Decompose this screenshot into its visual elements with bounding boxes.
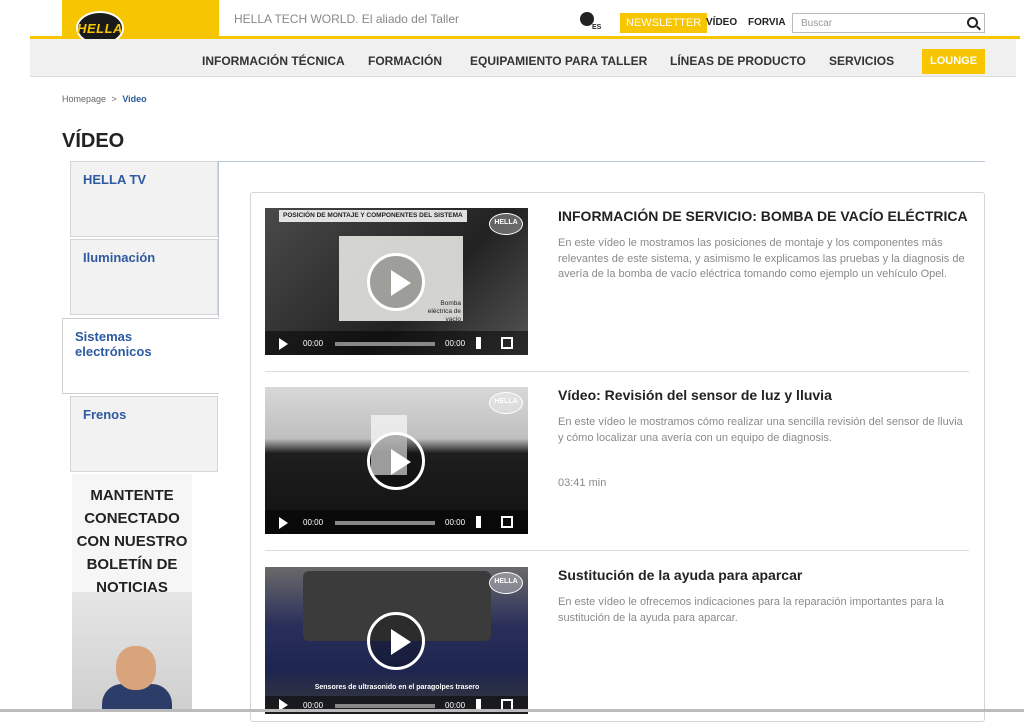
- video-description: En este vídeo le mostramos cómo realizar…: [558, 416, 963, 444]
- video-separator: [265, 550, 969, 551]
- content-border-top: [218, 161, 985, 162]
- play-icon[interactable]: [367, 253, 425, 311]
- video-item: POSICIÓN DE MONTAJE Y COMPONENTES DEL SI…: [265, 208, 969, 358]
- breadcrumb-separator: >: [111, 94, 117, 104]
- newsletter-button[interactable]: NEWSLETTER: [620, 13, 708, 33]
- tab-iluminacion[interactable]: Iluminación: [70, 239, 218, 315]
- nav-item-formacion[interactable]: FORMACIÓN: [368, 54, 442, 68]
- search-input[interactable]: Buscar: [792, 13, 985, 33]
- newsletter-promo-banner[interactable]: MANTENTE CONECTADO CON NUESTRO BOLETÍN D…: [72, 474, 192, 712]
- promo-person-face: [116, 646, 156, 690]
- video-duration: 03:41 min: [558, 477, 607, 489]
- time-total: 00:00: [445, 518, 466, 527]
- progress-bar[interactable]: [335, 521, 435, 525]
- video-caption-mid: Bomba eléctrica de vacío: [427, 300, 461, 323]
- content-border-left: [218, 161, 219, 317]
- video-player[interactable]: HELLA 00:00 00:00: [265, 387, 528, 534]
- page-title: VÍDEO: [62, 130, 125, 152]
- play-control-icon[interactable]: [279, 517, 288, 529]
- video-player[interactable]: Sensores de ultrasonido en el paragolpes…: [265, 567, 528, 714]
- hella-watermark: HELLA: [489, 572, 523, 594]
- play-control-icon[interactable]: [279, 338, 288, 350]
- fullscreen-icon[interactable]: [501, 337, 513, 349]
- tab-frenos[interactable]: Frenos: [70, 396, 218, 472]
- video-description: En este vídeo le ofrecemos indicaciones …: [558, 596, 944, 624]
- tab-sistemas-electronicos[interactable]: Sistemas electrónicos: [62, 318, 219, 394]
- time-current: 00:00: [303, 518, 324, 527]
- video-title[interactable]: Sustitución de la ayuda para aparcar: [558, 567, 802, 583]
- search-placeholder: Buscar: [801, 18, 833, 29]
- video-description: En este vídeo le mostramos las posicione…: [558, 237, 965, 280]
- time-total: 00:00: [445, 339, 466, 348]
- nav-item-informacion-tecnica[interactable]: INFORMACIÓN TÉCNICA: [202, 54, 345, 68]
- hella-watermark: HELLA: [489, 213, 523, 235]
- fullscreen-icon[interactable]: [501, 516, 513, 528]
- video-player[interactable]: POSICIÓN DE MONTAJE Y COMPONENTES DEL SI…: [265, 208, 528, 355]
- search-icon[interactable]: [967, 17, 978, 28]
- nav-item-equipamiento[interactable]: EQUIPAMIENTO PARA TALLER: [470, 54, 647, 68]
- watermark-text: HELLA: [494, 578, 518, 585]
- language-code[interactable]: ES: [592, 24, 601, 31]
- watermark-text: HELLA: [494, 219, 518, 226]
- hella-watermark: HELLA: [489, 392, 523, 414]
- forvia-link[interactable]: FORVIA: [748, 17, 786, 28]
- volume-icon[interactable]: [476, 516, 488, 528]
- video-title[interactable]: Vídeo: Revisión del sensor de luz y lluv…: [558, 387, 832, 403]
- video-item: Sensores de ultrasonido en el paragolpes…: [265, 567, 969, 714]
- breadcrumb-home[interactable]: Homepage: [62, 94, 106, 104]
- video-title[interactable]: INFORMACIÓN DE SERVICIO: BOMBA DE VACÍO …: [558, 208, 968, 224]
- play-icon[interactable]: [367, 612, 425, 670]
- logo-text: HELLA: [77, 20, 123, 36]
- breadcrumb-current: Video: [122, 94, 147, 104]
- progress-bar[interactable]: [335, 704, 435, 708]
- video-controls: 00:00 00:00: [265, 331, 528, 355]
- video-link[interactable]: VÍDEO: [706, 17, 737, 28]
- promo-text: MANTENTE CONECTADO CON NUESTRO BOLETÍN D…: [76, 487, 188, 596]
- time-current: 00:00: [303, 339, 324, 348]
- nav-item-lineas-producto[interactable]: LÍNEAS DE PRODUCTO: [670, 54, 806, 68]
- volume-icon[interactable]: [476, 337, 488, 349]
- watermark-text: HELLA: [494, 398, 518, 405]
- progress-bar[interactable]: [335, 342, 435, 346]
- nav-item-servicios[interactable]: SERVICIOS: [829, 54, 894, 68]
- video-caption-top: POSICIÓN DE MONTAJE Y COMPONENTES DEL SI…: [279, 210, 467, 222]
- video-controls: 00:00 00:00: [265, 510, 528, 534]
- site-tagline: HELLA TECH WORLD. El aliado del Taller: [234, 12, 459, 26]
- breadcrumb: Homepage > Video: [62, 94, 147, 104]
- video-caption-mid: Sensores de ultrasonido en el paragolpes…: [314, 684, 480, 691]
- lounge-button[interactable]: LOUNGE: [922, 49, 985, 74]
- video-separator: [265, 371, 969, 372]
- video-item: HELLA 00:00 00:00 Vídeo: Revisión del se…: [265, 387, 969, 537]
- tab-hella-tv[interactable]: HELLA TV: [70, 161, 218, 237]
- play-icon[interactable]: [367, 432, 425, 490]
- main-nav: INFORMACIÓN TÉCNICA FORMACIÓN EQUIPAMIEN…: [30, 39, 1016, 77]
